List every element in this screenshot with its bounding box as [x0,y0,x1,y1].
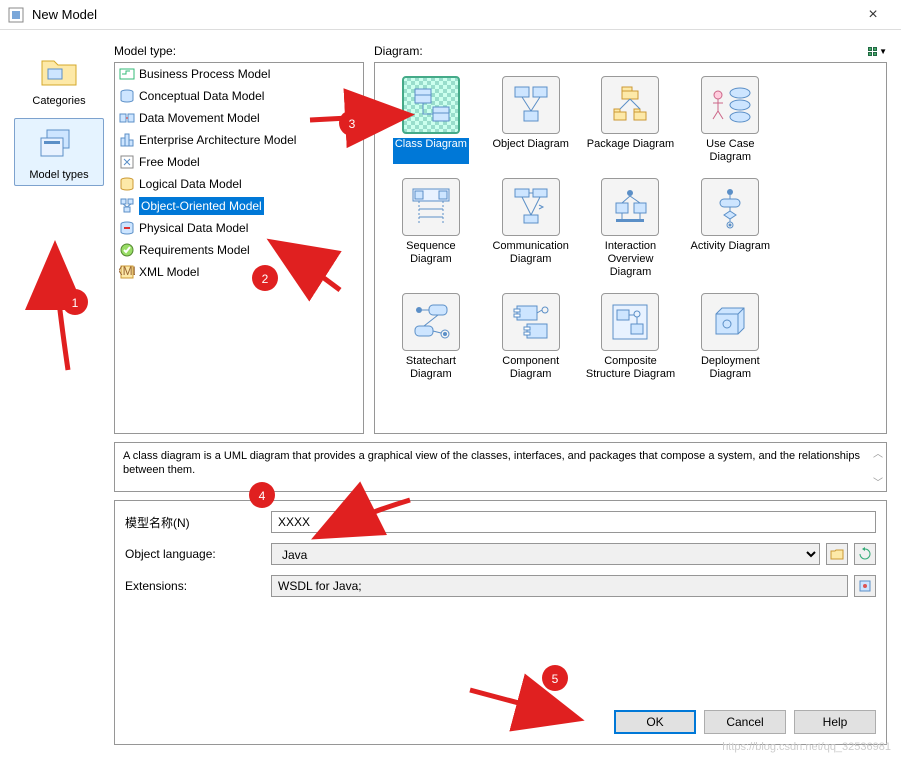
overlap-docs-icon [35,125,83,165]
model-name-input[interactable] [271,511,876,533]
folder-icon [35,51,83,91]
diagram-item-package[interactable]: Package Diagram [583,71,679,169]
diagram-item-statechart[interactable]: Statechart Diagram [383,288,479,386]
composite-diagram-icon [608,300,652,344]
model-type-item[interactable]: Conceptual Data Model [115,85,363,107]
model-type-item[interactable]: Free Model [115,151,363,173]
object-diagram-icon [509,83,553,127]
open-folder-button[interactable] [826,543,848,565]
view-toggle[interactable]: ▼ [868,47,887,56]
rail-model-types-label: Model types [29,169,88,181]
description-text: A class diagram is a UML diagram that pr… [123,449,878,477]
window-title: New Model [32,7,853,22]
refresh-icon [858,547,872,561]
cdm-icon [119,88,135,104]
diagram-item-deployment[interactable]: Deployment Diagram [682,288,778,386]
expand-up-icon[interactable]: ︿ [872,445,884,460]
button-row: OK Cancel Help [115,700,886,744]
rqm-icon [119,242,135,258]
book-icon [858,579,872,593]
expand-down-icon[interactable]: ﹀ [872,474,884,489]
object-language-label: Object language: [125,547,265,561]
form-area: 模型名称(N) Object language: Java Extensions… [114,500,887,745]
ok-button[interactable]: OK [614,710,696,734]
communication-diagram-icon [509,185,553,229]
model-type-item[interactable]: Enterprise Architecture Model [115,129,363,151]
usecase-diagram-icon [708,83,752,127]
description-panel: ︿ A class diagram is a UML diagram that … [114,442,887,492]
model-type-item[interactable]: Business Process Model [115,63,363,85]
diagram-grid[interactable]: Class Diagram Object Diagram Package Dia… [374,62,887,434]
eam-icon [119,132,135,148]
diagram-label: Diagram: [374,44,423,58]
model-type-item[interactable]: Logical Data Model [115,173,363,195]
object-language-select[interactable]: Java [271,543,820,565]
package-diagram-icon [608,83,652,127]
free-icon [119,154,135,170]
extensions-manage-button[interactable] [854,575,876,597]
ldm-icon [119,176,135,192]
dmm-icon [119,110,135,126]
diagram-item-communication[interactable]: Communication Diagram [483,173,579,284]
model-type-list[interactable]: Business Process Model Conceptual Data M… [114,62,364,434]
extensions-input[interactable] [271,575,848,597]
model-type-item[interactable]: Physical Data Model [115,217,363,239]
sequence-diagram-icon [409,185,453,229]
statechart-diagram-icon [409,300,453,344]
model-type-column: Model type: Business Process Model Conce… [114,44,364,434]
app-icon [8,7,24,23]
extensions-label: Extensions: [125,579,265,593]
oom-icon [119,198,135,214]
diagram-item-composite[interactable]: Composite Structure Diagram [583,288,679,386]
pdm-icon [119,220,135,236]
model-type-item[interactable]: XMLXML Model [115,261,363,283]
activity-diagram-icon [708,185,752,229]
deployment-diagram-icon [708,300,752,344]
cancel-button[interactable]: Cancel [704,710,786,734]
model-type-item[interactable]: Data Movement Model [115,107,363,129]
diagram-column: Diagram: ▼ Class Diagram [374,44,887,434]
chevron-down-icon: ▼ [879,47,887,56]
model-type-label: Model type: [114,44,364,58]
refresh-button[interactable] [854,543,876,565]
class-diagram-icon [409,83,453,127]
diagram-item-object[interactable]: Object Diagram [483,71,579,169]
titlebar: New Model × [0,0,901,30]
interaction-overview-icon [608,185,652,229]
folder-open-icon [830,547,844,561]
close-button[interactable]: × [853,0,893,30]
model-name-label: 模型名称(N) [125,514,265,531]
rail-categories-label: Categories [32,95,85,107]
grid-icon [868,47,877,56]
rail-model-types[interactable]: Model types [14,118,104,186]
model-type-item[interactable]: Requirements Model [115,239,363,261]
component-diagram-icon [509,300,553,344]
model-type-item-selected[interactable]: Object-Oriented Model [115,195,363,217]
rail-categories[interactable]: Categories [14,44,104,112]
diagram-item-usecase[interactable]: Use Case Diagram [682,71,778,169]
left-rail: Categories Model types [14,44,104,745]
diagram-item-activity[interactable]: Activity Diagram [682,173,778,284]
diagram-item-sequence[interactable]: Sequence Diagram [383,173,479,284]
svg-text:XML: XML [119,264,135,278]
xml-icon: XML [119,264,135,280]
bpm-icon [119,66,135,82]
diagram-item-interaction[interactable]: Interaction Overview Diagram [583,173,679,284]
diagram-item-component[interactable]: Component Diagram [483,288,579,386]
help-button[interactable]: Help [794,710,876,734]
diagram-item-class[interactable]: Class Diagram [383,71,479,169]
